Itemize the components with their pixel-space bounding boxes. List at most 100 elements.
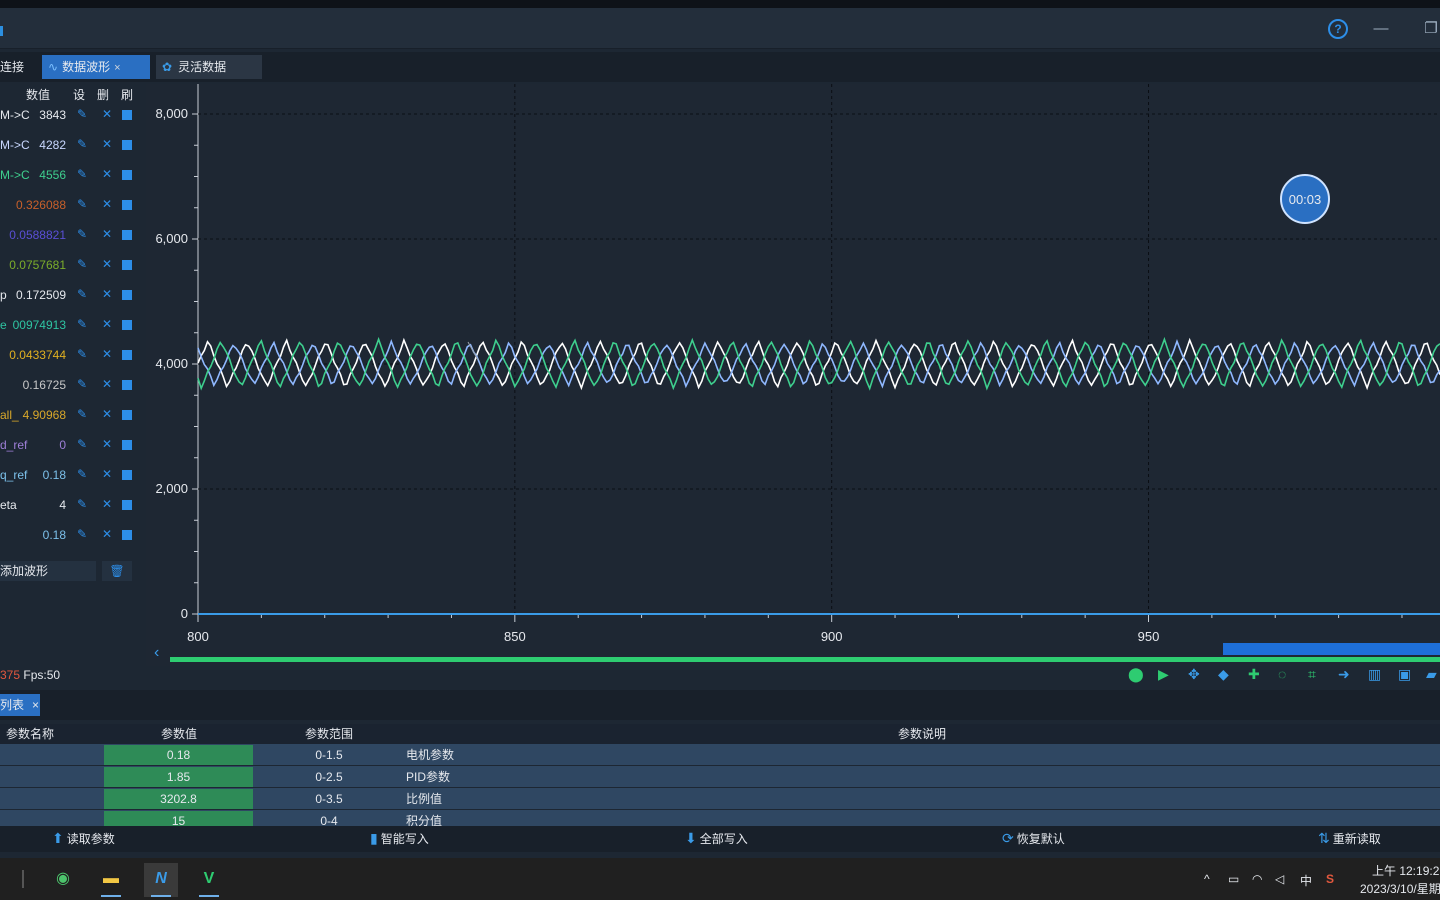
wrench-icon[interactable]: ✎	[77, 197, 87, 211]
tab-list[interactable]: 列表 ×	[0, 694, 40, 716]
checkbox-icon[interactable]	[122, 290, 132, 300]
checkbox-icon[interactable]	[122, 470, 132, 480]
wrench-icon[interactable]: ✎	[77, 137, 87, 151]
close-icon[interactable]: ✕	[102, 257, 112, 271]
chevron-up-icon[interactable]: ^	[1204, 872, 1210, 886]
channel-row[interactable]: M->C 4556 ✎ ✕	[0, 160, 142, 190]
folder-icon[interactable]: ▰	[1426, 666, 1437, 683]
checkbox-icon[interactable]	[122, 200, 132, 210]
wrench-icon[interactable]: ✎	[77, 437, 87, 451]
read-params-button[interactable]: ⬆ 读取参数	[52, 830, 115, 847]
channel-row[interactable]: 0.16725 ✎ ✕	[0, 370, 142, 400]
close-icon[interactable]: ✕	[102, 527, 112, 541]
channel-row[interactable]: q_ref 0.18 ✎ ✕	[0, 460, 142, 490]
close-icon[interactable]: ✕	[102, 197, 112, 211]
close-icon[interactable]: ✕	[102, 377, 112, 391]
close-icon[interactable]: ✕	[102, 317, 112, 331]
restore-button[interactable]: ❐	[1420, 19, 1440, 39]
param-value[interactable]: 1.85	[104, 767, 253, 787]
table-row[interactable]: 0.18 0-1.5 电机参数	[0, 744, 1440, 766]
channel-row[interactable]: M->C 4282 ✎ ✕	[0, 130, 142, 160]
table-row[interactable]: 1.85 0-2.5 PID参数	[0, 766, 1440, 788]
battery-icon[interactable]: ▭	[1228, 872, 1239, 886]
wrench-icon[interactable]: ✎	[77, 467, 87, 481]
channel-row[interactable]: 0.18 ✎ ✕	[0, 520, 142, 550]
select-icon[interactable]: ◌	[1278, 666, 1286, 682]
wrench-icon[interactable]: ✎	[77, 317, 87, 331]
channel-row[interactable]: 0.326088 ✎ ✕	[0, 190, 142, 220]
fit-icon[interactable]: ✥	[1188, 666, 1200, 683]
close-icon[interactable]: ✕	[102, 107, 112, 121]
channel-row[interactable]: p 0.172509 ✎ ✕	[0, 280, 142, 310]
channel-row[interactable]: 0.0588821 ✎ ✕	[0, 220, 142, 250]
wrench-icon[interactable]: ✎	[77, 167, 87, 181]
wifi-icon[interactable]: ◠	[1252, 872, 1262, 886]
sogou-icon[interactable]: S	[1326, 872, 1334, 886]
checkbox-icon[interactable]	[122, 110, 132, 120]
wrench-icon[interactable]: ✎	[77, 527, 87, 541]
close-icon[interactable]: ✕	[102, 137, 112, 151]
close-icon[interactable]: ✕	[102, 167, 112, 181]
wrench-icon[interactable]: ✎	[77, 407, 87, 421]
tab-data-waveform[interactable]: ∿ 数据波形 ×	[42, 55, 150, 79]
save-icon[interactable]: ▣	[1398, 666, 1411, 683]
param-value[interactable]: 0.18	[104, 745, 253, 765]
close-icon[interactable]: ×	[32, 698, 39, 712]
write-all-button[interactable]: ⬇ 全部写入	[685, 830, 748, 847]
close-icon[interactable]: ✕	[102, 227, 112, 241]
file-explorer-icon[interactable]: ▬	[94, 863, 128, 897]
toggle-icon[interactable]: ⬤	[1128, 666, 1144, 683]
channel-row[interactable]: 0.0757681 ✎ ✕	[0, 250, 142, 280]
wrench-icon[interactable]: ✎	[77, 377, 87, 391]
checkbox-icon[interactable]	[122, 380, 132, 390]
channel-row[interactable]: 0.0433744 ✎ ✕	[0, 340, 142, 370]
close-icon[interactable]: ✕	[102, 287, 112, 301]
checkbox-icon[interactable]	[122, 260, 132, 270]
checkbox-icon[interactable]	[122, 500, 132, 510]
checkbox-icon[interactable]	[122, 230, 132, 240]
help-button[interactable]: ?	[1328, 19, 1348, 39]
channel-row[interactable]: d_ref 0 ✎ ✕	[0, 430, 142, 460]
checkbox-icon[interactable]	[122, 440, 132, 450]
wrench-icon[interactable]: ✎	[77, 257, 87, 271]
delete-icon[interactable]: ▥	[1368, 666, 1381, 683]
tab-flexible-data[interactable]: ✿ 灵活数据	[156, 55, 262, 79]
reread-button[interactable]: ⇅ 重新读取	[1318, 830, 1381, 847]
close-icon[interactable]: ✕	[102, 467, 112, 481]
waveform-chart[interactable]: 0 2,000 4,000 6,000 8,000 800 850 900 950 00:03 ‹	[146, 84, 1440, 666]
serial-tool-app-icon[interactable]: N	[144, 863, 178, 897]
browser-app-icon[interactable]: ◉	[46, 863, 80, 897]
crop-icon[interactable]: ⌗	[1308, 666, 1316, 683]
checkbox-icon[interactable]	[122, 350, 132, 360]
tab-connect[interactable]: 连接	[0, 55, 38, 79]
close-icon[interactable]: ×	[114, 62, 120, 74]
channel-row[interactable]: eta 4 ✎ ✕	[0, 490, 142, 520]
add-wave-button[interactable]: 添加波形	[0, 561, 96, 581]
vofa-app-icon[interactable]: V	[192, 863, 226, 897]
channel-row[interactable]: all_ 4.90968 ✎ ✕	[0, 400, 142, 430]
tag-icon[interactable]: ◆	[1218, 666, 1229, 683]
table-row[interactable]: 3202.8 0-3.5 比例值	[0, 788, 1440, 810]
wrench-icon[interactable]: ✎	[77, 497, 87, 511]
smart-write-button[interactable]: ▮ 智能写入	[370, 830, 429, 847]
play-icon[interactable]: ▶	[1158, 666, 1169, 683]
close-icon[interactable]: ✕	[102, 437, 112, 451]
close-icon[interactable]: ✕	[102, 407, 112, 421]
close-icon[interactable]: ✕	[102, 347, 112, 361]
channel-row[interactable]: e 00974913 ✎ ✕	[0, 310, 142, 340]
ime-indicator[interactable]: 中	[1300, 872, 1312, 889]
wrench-icon[interactable]: ✎	[77, 347, 87, 361]
arrow-right-icon[interactable]: ➜	[1338, 666, 1350, 683]
clock[interactable]: 上午 12:19:2 2023/3/10/星期	[1360, 862, 1440, 898]
wrench-icon[interactable]: ✎	[77, 287, 87, 301]
checkbox-icon[interactable]	[122, 140, 132, 150]
wrench-icon[interactable]: ✎	[77, 227, 87, 241]
checkbox-icon[interactable]	[122, 170, 132, 180]
param-value[interactable]: 3202.8	[104, 789, 253, 809]
wrench-icon[interactable]: ✎	[77, 107, 87, 121]
restore-default-button[interactable]: ⟳ 恢复默认	[1002, 830, 1065, 847]
close-icon[interactable]: ✕	[102, 497, 112, 511]
minimize-button[interactable]: —	[1370, 19, 1392, 39]
checkbox-icon[interactable]	[122, 530, 132, 540]
trash-icon[interactable]: 🗑	[102, 561, 132, 581]
